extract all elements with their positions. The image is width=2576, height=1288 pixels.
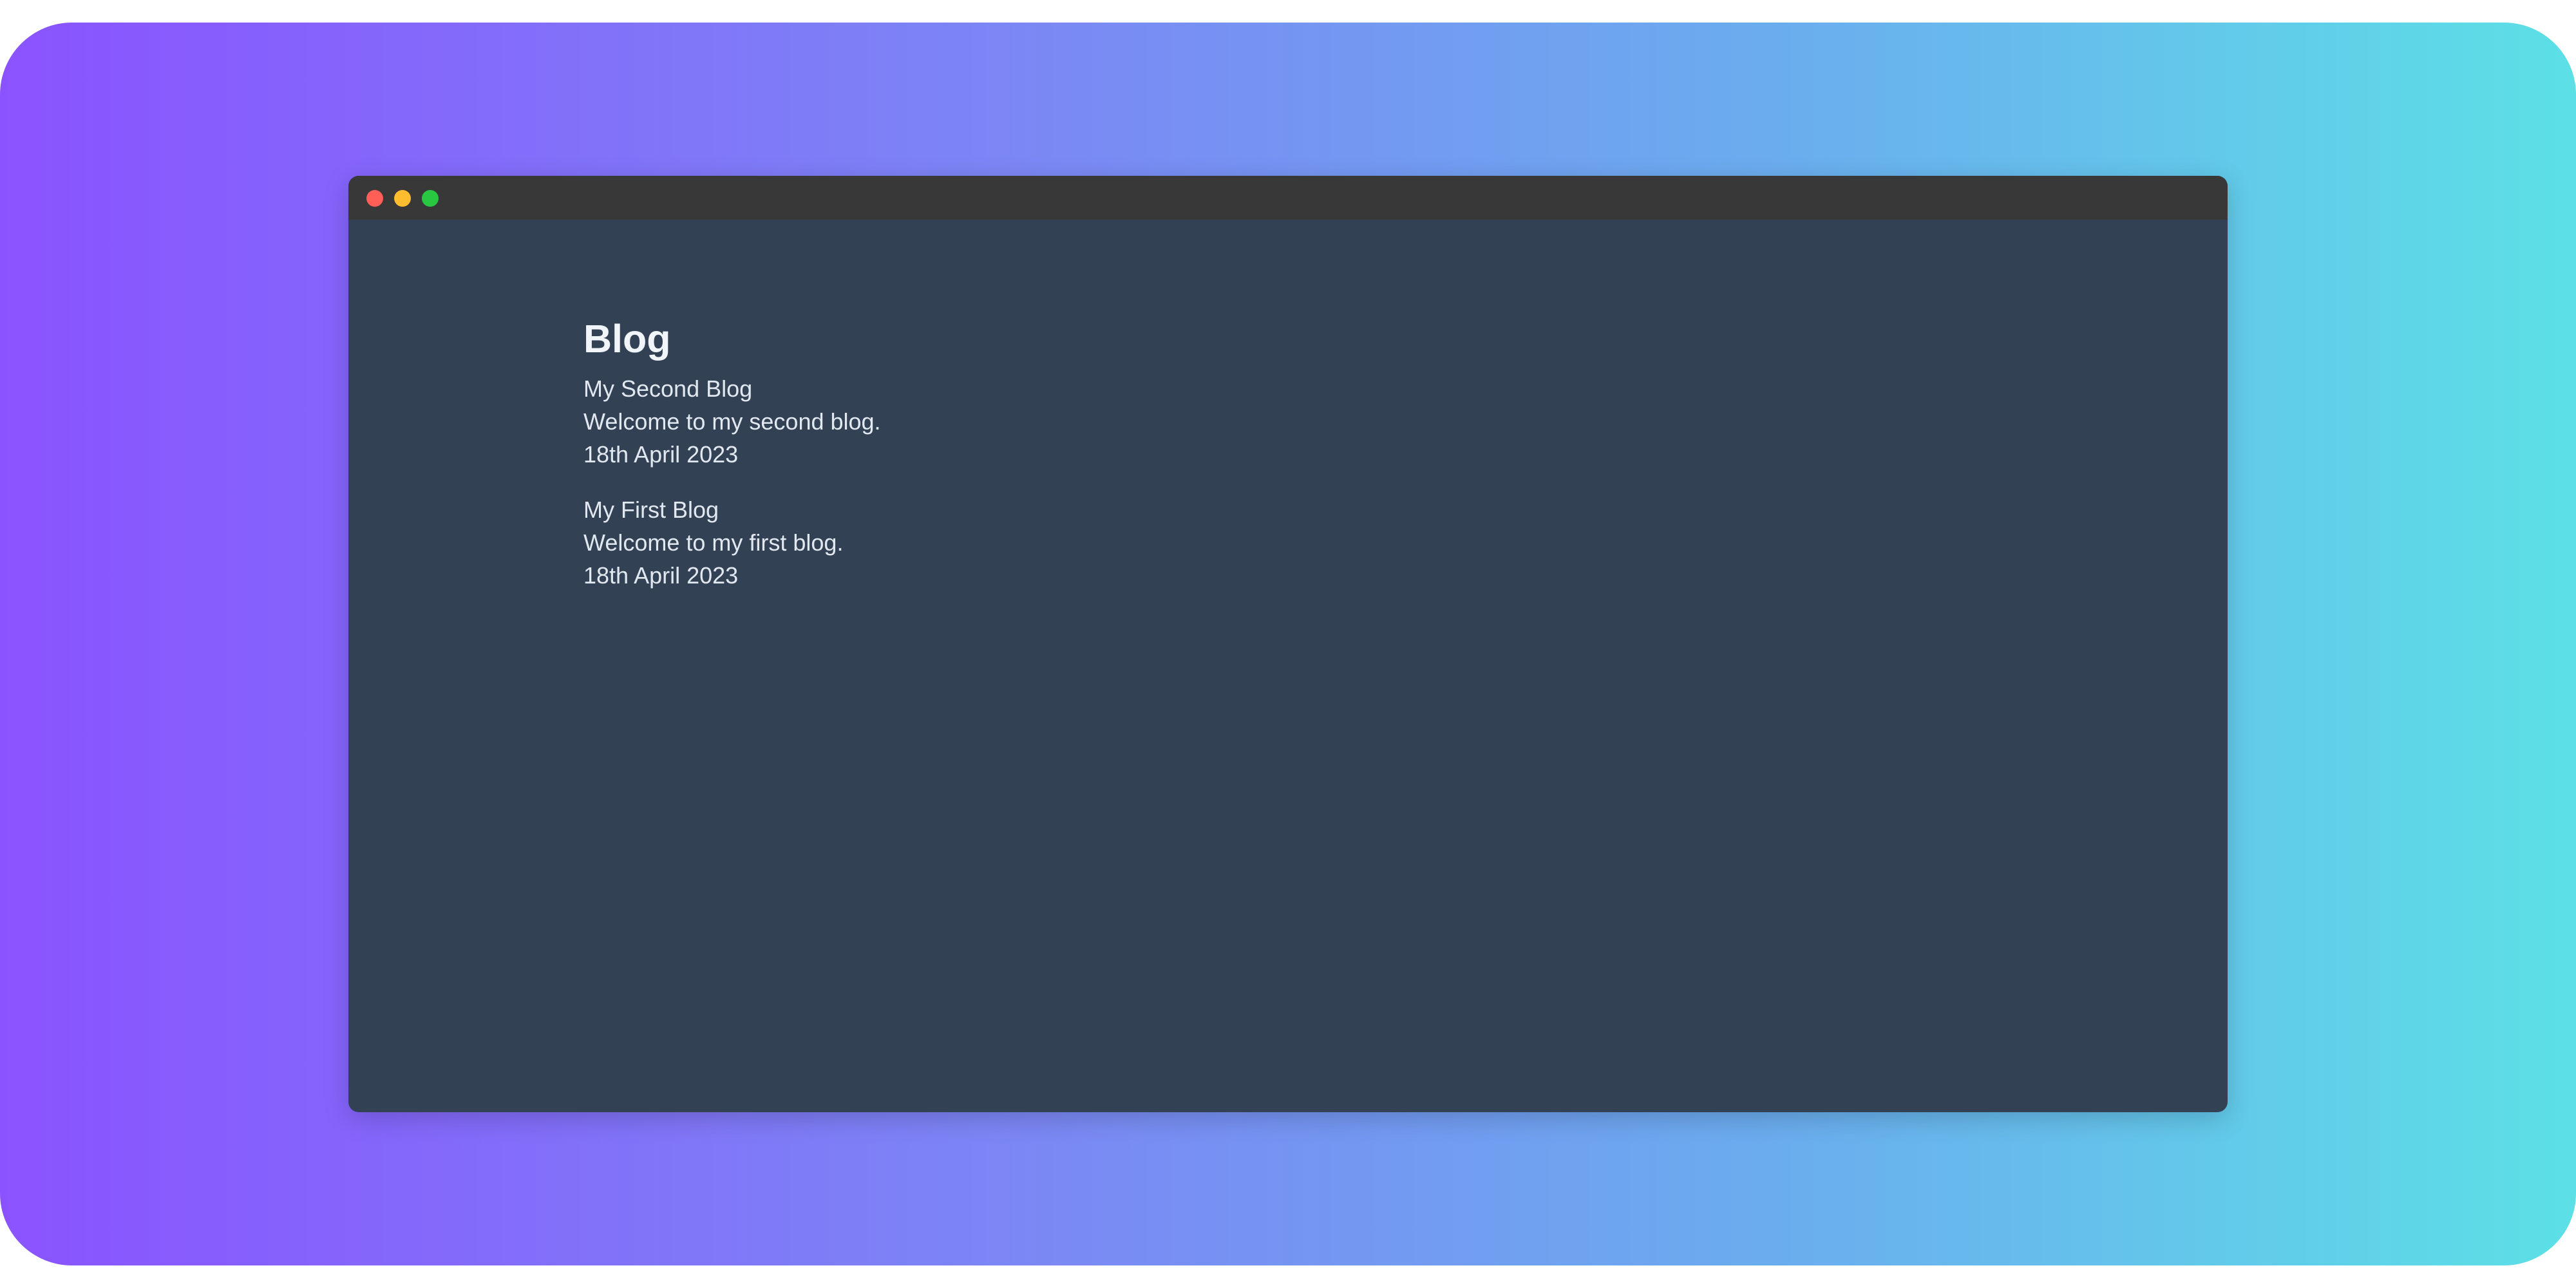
post-title[interactable]: My First Blog (583, 493, 881, 526)
post-date: 18th April 2023 (583, 441, 739, 468)
blog-content: Blog My Second Blog Welcome to my second… (583, 317, 881, 614)
minimize-window-icon[interactable] (394, 190, 411, 207)
post-title[interactable]: My Second Blog (583, 372, 881, 405)
blog-post-item[interactable]: My First Blog Welcome to my first blog. … (583, 493, 881, 592)
post-summary: Welcome to my second blog. (583, 408, 881, 435)
close-window-icon[interactable] (366, 190, 383, 207)
window-titlebar (348, 176, 2228, 220)
post-date: 18th April 2023 (583, 562, 739, 589)
browser-window: Blog My Second Blog Welcome to my second… (348, 176, 2228, 1112)
page-title: Blog (583, 317, 671, 361)
post-summary: Welcome to my first blog. (583, 529, 844, 556)
maximize-window-icon[interactable] (422, 190, 439, 207)
blog-post-item[interactable]: My Second Blog Welcome to my second blog… (583, 372, 881, 471)
